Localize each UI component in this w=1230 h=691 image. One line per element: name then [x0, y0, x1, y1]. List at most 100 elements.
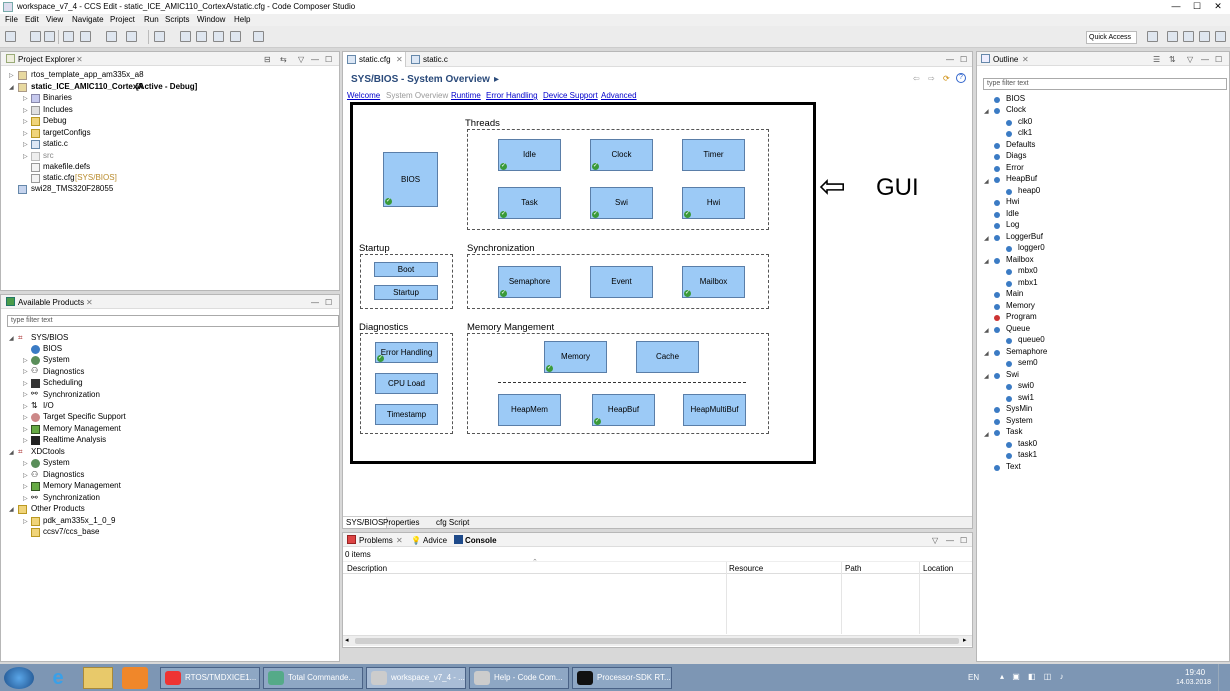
- back-icon[interactable]: [213, 31, 224, 42]
- link-advanced[interactable]: Advanced: [601, 91, 637, 100]
- menu-navigate[interactable]: Navigate: [72, 15, 104, 24]
- timer-module[interactable]: Timer: [682, 139, 745, 171]
- clock-module[interactable]: Clock ✓: [590, 139, 653, 171]
- tab-properties[interactable]: Properties: [383, 518, 419, 527]
- error-handling-module[interactable]: Error Handling ✓: [375, 342, 438, 363]
- task-rtos-browser[interactable]: RTOS/TMDXICE1...: [160, 667, 260, 689]
- product-realtime-analysis[interactable]: Realtime Analysis: [43, 435, 106, 444]
- link-runtime[interactable]: Runtime: [451, 91, 481, 100]
- close-view-icon[interactable]: ✕: [1022, 55, 1029, 64]
- column-path[interactable]: Path: [845, 564, 861, 573]
- xdc-diagnostics[interactable]: Diagnostics: [43, 470, 84, 479]
- perspective-icon[interactable]: [1147, 31, 1158, 42]
- tree-item-includes[interactable]: Includes: [43, 105, 73, 114]
- list-view-icon[interactable]: ☰: [1153, 55, 1160, 64]
- terminal-icon[interactable]: [63, 31, 74, 42]
- outline-item[interactable]: HeapBuf: [1006, 174, 1037, 183]
- maximize-view-icon[interactable]: ☐: [325, 55, 332, 64]
- mark-icon[interactable]: [196, 31, 207, 42]
- other-products[interactable]: Other Products: [31, 504, 85, 513]
- tab-sysbios[interactable]: SYS/BIOS: [343, 517, 388, 528]
- task-help[interactable]: Help - Code Com...: [469, 667, 569, 689]
- product-memory-management[interactable]: Memory Management: [43, 424, 121, 433]
- outline-item[interactable]: Queue: [1006, 324, 1030, 333]
- menu-window[interactable]: Window: [197, 15, 225, 24]
- link-system-overview[interactable]: System Overview: [386, 91, 448, 100]
- tree-item-rtos-template[interactable]: rtos_template_app_am335x_a8: [31, 70, 144, 79]
- outline-item[interactable]: SysMin: [1006, 404, 1032, 413]
- start-button[interactable]: [4, 667, 34, 689]
- explorer-icon[interactable]: [83, 667, 113, 689]
- outline-item[interactable]: swi0: [1018, 381, 1034, 390]
- maximize-view-icon[interactable]: ☐: [1215, 55, 1222, 64]
- product-sysbios[interactable]: SYS/BIOS: [31, 333, 68, 342]
- cpu-load-module[interactable]: CPU Load: [375, 373, 438, 394]
- debug-icon[interactable]: [106, 31, 117, 42]
- outline-item[interactable]: Log: [1006, 220, 1019, 229]
- sort-outline-icon[interactable]: ⇅: [1169, 55, 1176, 64]
- scroll-left-icon[interactable]: ◂: [345, 636, 349, 644]
- view-menu-icon[interactable]: ▽: [1187, 55, 1193, 64]
- hwi-module[interactable]: Hwi ✓: [682, 187, 745, 219]
- tools-perspective-icon[interactable]: [1215, 31, 1226, 42]
- product-pdk[interactable]: pdk_am335x_1_0_9: [43, 516, 116, 525]
- xdc-memory-management[interactable]: Memory Management: [43, 481, 121, 490]
- memory-module[interactable]: Memory ✓: [544, 341, 607, 373]
- boot-module[interactable]: Boot: [374, 262, 438, 277]
- task-ccs-workspace[interactable]: workspace_v7_4 - ...: [366, 667, 466, 689]
- tools-icon[interactable]: [154, 31, 165, 42]
- idle-module[interactable]: Idle ✓: [498, 139, 561, 171]
- xdc-synchronization[interactable]: Synchronization: [43, 493, 100, 502]
- outline-item[interactable]: Mailbox: [1006, 255, 1034, 264]
- tree-item-swi28[interactable]: swi28_TMS320F28055: [31, 184, 113, 193]
- menu-project[interactable]: Project: [110, 15, 135, 24]
- task-total-commander[interactable]: Total Commande...: [263, 667, 363, 689]
- minimize-view-icon[interactable]: —: [946, 536, 954, 545]
- product-scheduling[interactable]: Scheduling: [43, 378, 83, 387]
- outline-item[interactable]: Clock: [1006, 105, 1026, 114]
- close-button[interactable]: ✕: [1208, 1, 1228, 13]
- link-device-support[interactable]: Device Support: [543, 91, 598, 100]
- outline-item[interactable]: System: [1006, 416, 1033, 425]
- tree-item-binaries[interactable]: Binaries: [43, 93, 72, 102]
- product-synchronization[interactable]: Synchronization: [43, 390, 100, 399]
- tab-static-cfg[interactable]: static.cfg ✕: [343, 52, 406, 67]
- outline-item[interactable]: Diags: [1006, 151, 1026, 160]
- heapbuf-module[interactable]: HeapBuf ✓: [592, 394, 655, 426]
- outline-item[interactable]: task1: [1018, 450, 1037, 459]
- outline-item[interactable]: Text: [1006, 462, 1021, 471]
- tree-item-static-cfg[interactable]: static.cfg: [43, 173, 75, 182]
- tab-cfg-script[interactable]: cfg Script: [436, 518, 469, 527]
- minimize-view-icon[interactable]: —: [1201, 55, 1209, 64]
- nav-back-icon[interactable]: ⇦: [913, 74, 920, 83]
- outline-item[interactable]: logger0: [1018, 243, 1045, 252]
- save-icon[interactable]: [30, 31, 41, 42]
- startup-module[interactable]: Startup: [374, 285, 438, 300]
- cache-module[interactable]: Cache: [636, 341, 699, 373]
- swi-module[interactable]: Swi ✓: [590, 187, 653, 219]
- close-view-icon[interactable]: ✕: [76, 55, 83, 64]
- undo-icon[interactable]: [230, 31, 241, 42]
- maximize-view-icon[interactable]: ☐: [960, 55, 967, 64]
- link-error-handling[interactable]: Error Handling: [486, 91, 538, 100]
- column-resource[interactable]: Resource: [729, 564, 763, 573]
- minimize-view-icon[interactable]: —: [946, 55, 954, 64]
- maximize-view-icon[interactable]: ☐: [960, 536, 967, 545]
- outline-item[interactable]: Main: [1006, 289, 1023, 298]
- outline-item[interactable]: swi1: [1018, 393, 1034, 402]
- tab-advice[interactable]: Advice: [423, 536, 447, 545]
- outline-filter-input[interactable]: type filter text: [983, 78, 1227, 90]
- outline-item[interactable]: heap0: [1018, 186, 1040, 195]
- xdc-system[interactable]: System: [43, 458, 70, 467]
- product-ccs-base[interactable]: ccsv7/ccs_base: [43, 527, 99, 536]
- outline-item[interactable]: Semaphore: [1006, 347, 1047, 356]
- refresh-icon[interactable]: ⟳: [943, 74, 950, 83]
- heading-arrow-icon[interactable]: ▸: [494, 74, 499, 85]
- outline-item[interactable]: mbx0: [1018, 266, 1038, 275]
- menu-help[interactable]: Help: [234, 15, 250, 24]
- outline-item[interactable]: clk0: [1018, 117, 1032, 126]
- close-view-icon[interactable]: ✕: [396, 536, 403, 545]
- menu-run[interactable]: Run: [144, 15, 159, 24]
- new-icon[interactable]: [5, 31, 16, 42]
- tree-item-src[interactable]: src: [43, 151, 54, 160]
